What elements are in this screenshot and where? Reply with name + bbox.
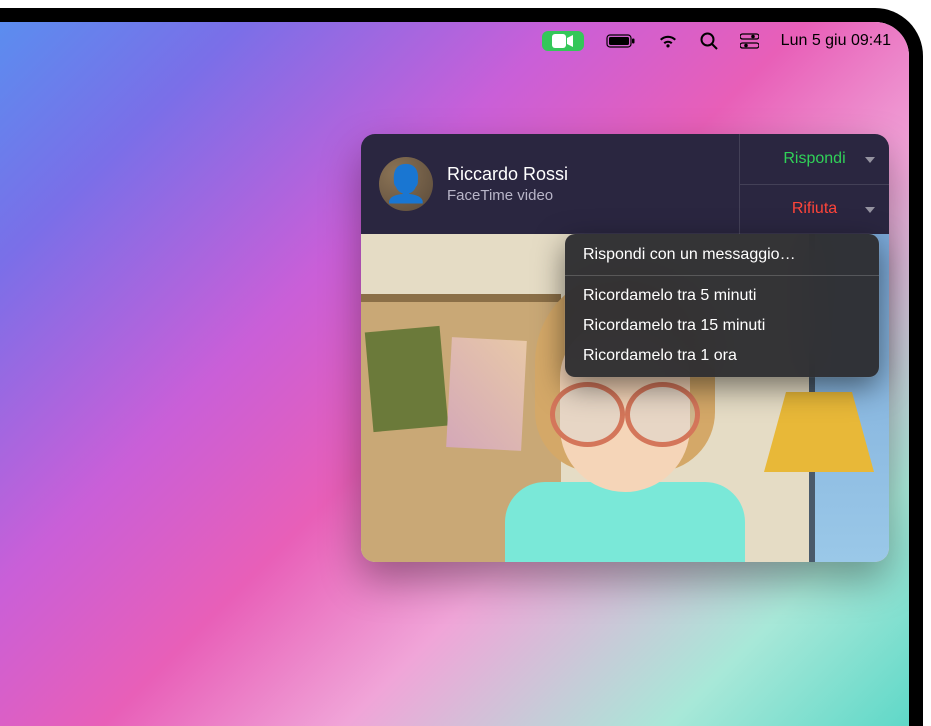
remind-1hour-item[interactable]: Ricordamelo tra 1 ora	[565, 341, 879, 371]
caller-section: Riccardo Rossi FaceTime video	[361, 134, 739, 234]
facetime-status-icon[interactable]	[542, 31, 584, 51]
menu-divider	[565, 275, 879, 276]
call-type: FaceTime video	[447, 187, 568, 204]
accept-button[interactable]: Rispondi	[740, 134, 889, 185]
chevron-down-icon[interactable]	[865, 150, 875, 168]
spotlight-icon[interactable]	[700, 32, 718, 50]
decline-dropdown-menu: Rispondi con un messaggio… Ricordamelo t…	[565, 234, 879, 377]
caller-name: Riccardo Rossi	[447, 164, 568, 185]
notification-header: Riccardo Rossi FaceTime video Rispondi R…	[361, 134, 889, 234]
battery-icon[interactable]	[606, 34, 636, 48]
caller-info: Riccardo Rossi FaceTime video	[447, 164, 568, 204]
menubar: Lun 5 giu 09:41	[0, 22, 909, 60]
control-center-icon[interactable]	[740, 33, 759, 49]
reply-with-message-item[interactable]: Rispondi con un messaggio…	[565, 240, 879, 270]
remind-15min-item[interactable]: Ricordamelo tra 15 minuti	[565, 311, 879, 341]
caller-avatar	[379, 157, 433, 211]
decline-button[interactable]: Rifiuta	[740, 185, 889, 235]
action-buttons: Rispondi Rifiuta	[739, 134, 889, 234]
menubar-datetime[interactable]: Lun 5 giu 09:41	[781, 32, 891, 50]
wifi-icon[interactable]	[658, 34, 678, 49]
accept-label: Rispondi	[783, 150, 845, 168]
remind-5min-item[interactable]: Ricordamelo tra 5 minuti	[565, 281, 879, 311]
device-frame: Lun 5 giu 09:41 Riccardo Rossi FaceTime …	[0, 8, 923, 726]
decline-label: Rifiuta	[792, 200, 837, 218]
chevron-down-icon[interactable]	[865, 200, 875, 218]
